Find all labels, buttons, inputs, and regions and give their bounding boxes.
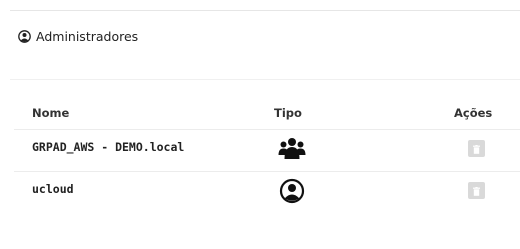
row-name: GRPAD_AWS - DEMO.local [32, 139, 185, 154]
panel-header: Administradores [18, 29, 138, 44]
column-header-name[interactable]: Nome [14, 97, 271, 130]
trash-icon [473, 187, 480, 196]
table-row: GRPAD_AWS - DEMO.local [14, 129, 520, 172]
row-name: ucloud [32, 181, 74, 196]
users-group-icon [278, 137, 306, 159]
cell-name: GRPAD_AWS - DEMO.local [14, 129, 271, 172]
trash-icon [473, 145, 480, 154]
header-divider [10, 79, 520, 80]
delete-button[interactable] [468, 181, 485, 199]
cell-actions [454, 129, 520, 172]
top-divider [10, 10, 520, 11]
cell-name: ucloud [14, 171, 271, 213]
column-header-type[interactable]: Tipo [271, 97, 454, 130]
user-circle-icon [18, 30, 31, 43]
delete-button[interactable] [468, 139, 485, 157]
column-header-actions: Ações [454, 97, 520, 130]
table-row: ucloud [14, 171, 520, 213]
cell-actions [454, 171, 520, 213]
user-circle-icon [279, 178, 305, 203]
cell-type [271, 171, 454, 213]
panel-title: Administradores [36, 29, 139, 44]
table-header-row: Nome Tipo Ações [14, 97, 520, 130]
cell-type [271, 129, 454, 172]
administrators-table: Nome Tipo Ações GRPAD_AWS - DEMO.local u… [14, 97, 520, 213]
